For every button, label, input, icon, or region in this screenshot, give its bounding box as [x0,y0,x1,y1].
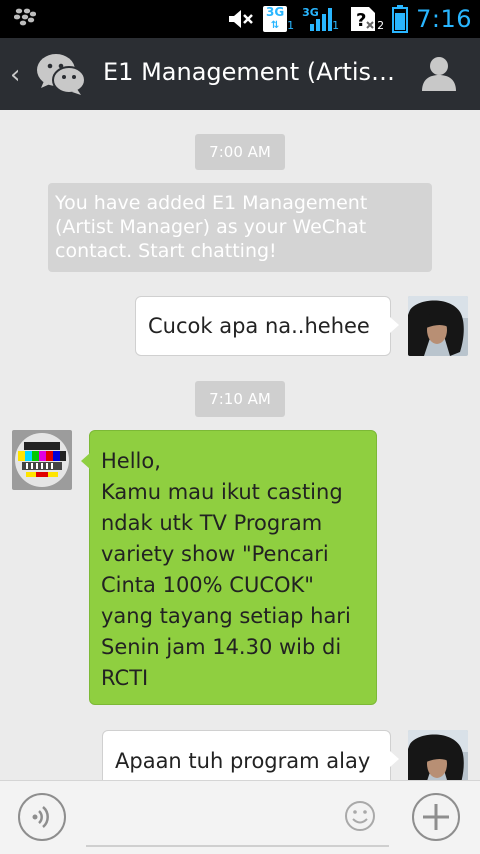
signal-indicator: 3G 1 [302,6,339,32]
timestamp: 7:10 AM [195,381,285,417]
my-avatar[interactable] [408,296,468,356]
message-line: Hello, [101,449,161,473]
message-text: Cucok apa na..hehee [148,314,370,338]
status-bar: 3G ⇅ 1 3G 1 ? 2 7:16 [0,0,480,38]
chat-header: ‹ E1 Management (Artist Manager) [0,38,480,110]
mute-icon [229,10,253,28]
blackberry-icon [14,8,36,26]
data-3g-indicator: 3G ⇅ 1 [263,6,294,32]
outgoing-message[interactable]: Apaan tuh program alay [102,730,399,780]
chat-area[interactable]: 7:00 AM You have added E1 Management (Ar… [0,110,480,780]
back-icon[interactable]: ‹ [10,60,20,90]
message-line: RCTI [101,666,149,690]
message-line: variety show "Pencari [101,542,329,566]
input-bar [0,780,480,854]
no-sim-icon: ? [351,7,376,31]
svg-text:?: ? [356,10,366,31]
message-line: ndak utk TV Program [101,511,323,535]
wechat-logo-icon[interactable] [36,53,86,95]
my-avatar[interactable] [408,730,468,780]
message-line: Cinta 100% CUCOK" [101,573,314,597]
contact-avatar[interactable] [12,430,72,490]
status-time: 7:16 [416,5,472,33]
message-line: Senin jam 14.30 wib di [101,635,342,659]
incoming-message[interactable]: Hello, Kamu mau ikut casting ndak utk TV… [81,430,377,705]
outgoing-message[interactable]: Cucok apa na..hehee [135,296,399,356]
plus-button[interactable] [412,793,460,841]
sim-1-label: 1 [287,19,295,32]
voice-button[interactable] [18,793,66,841]
battery-icon [392,5,409,33]
data-3g-icon: 3G ⇅ [263,5,288,32]
message-line: yang tayang setiap hari [101,604,351,628]
chat-title: E1 Management (Artist Manager) [103,58,403,86]
message-text: Apaan tuh program alay [115,749,371,773]
emoji-icon[interactable] [344,800,376,832]
profile-icon[interactable] [420,54,458,92]
sim-2-label: 2 [377,19,385,32]
system-message: You have added E1 Management (Artist Man… [48,183,432,272]
plus-icon [423,804,449,830]
no-sim-indicator: ? 2 [347,6,384,32]
signal-icon: 3G [302,6,333,32]
timestamp: 7:00 AM [195,134,285,170]
network-label: 3G [265,5,285,19]
voice-icon [32,806,49,828]
message-line: Kamu mau ikut casting [101,480,343,504]
sim-2-signal-label: 1 [332,19,340,32]
